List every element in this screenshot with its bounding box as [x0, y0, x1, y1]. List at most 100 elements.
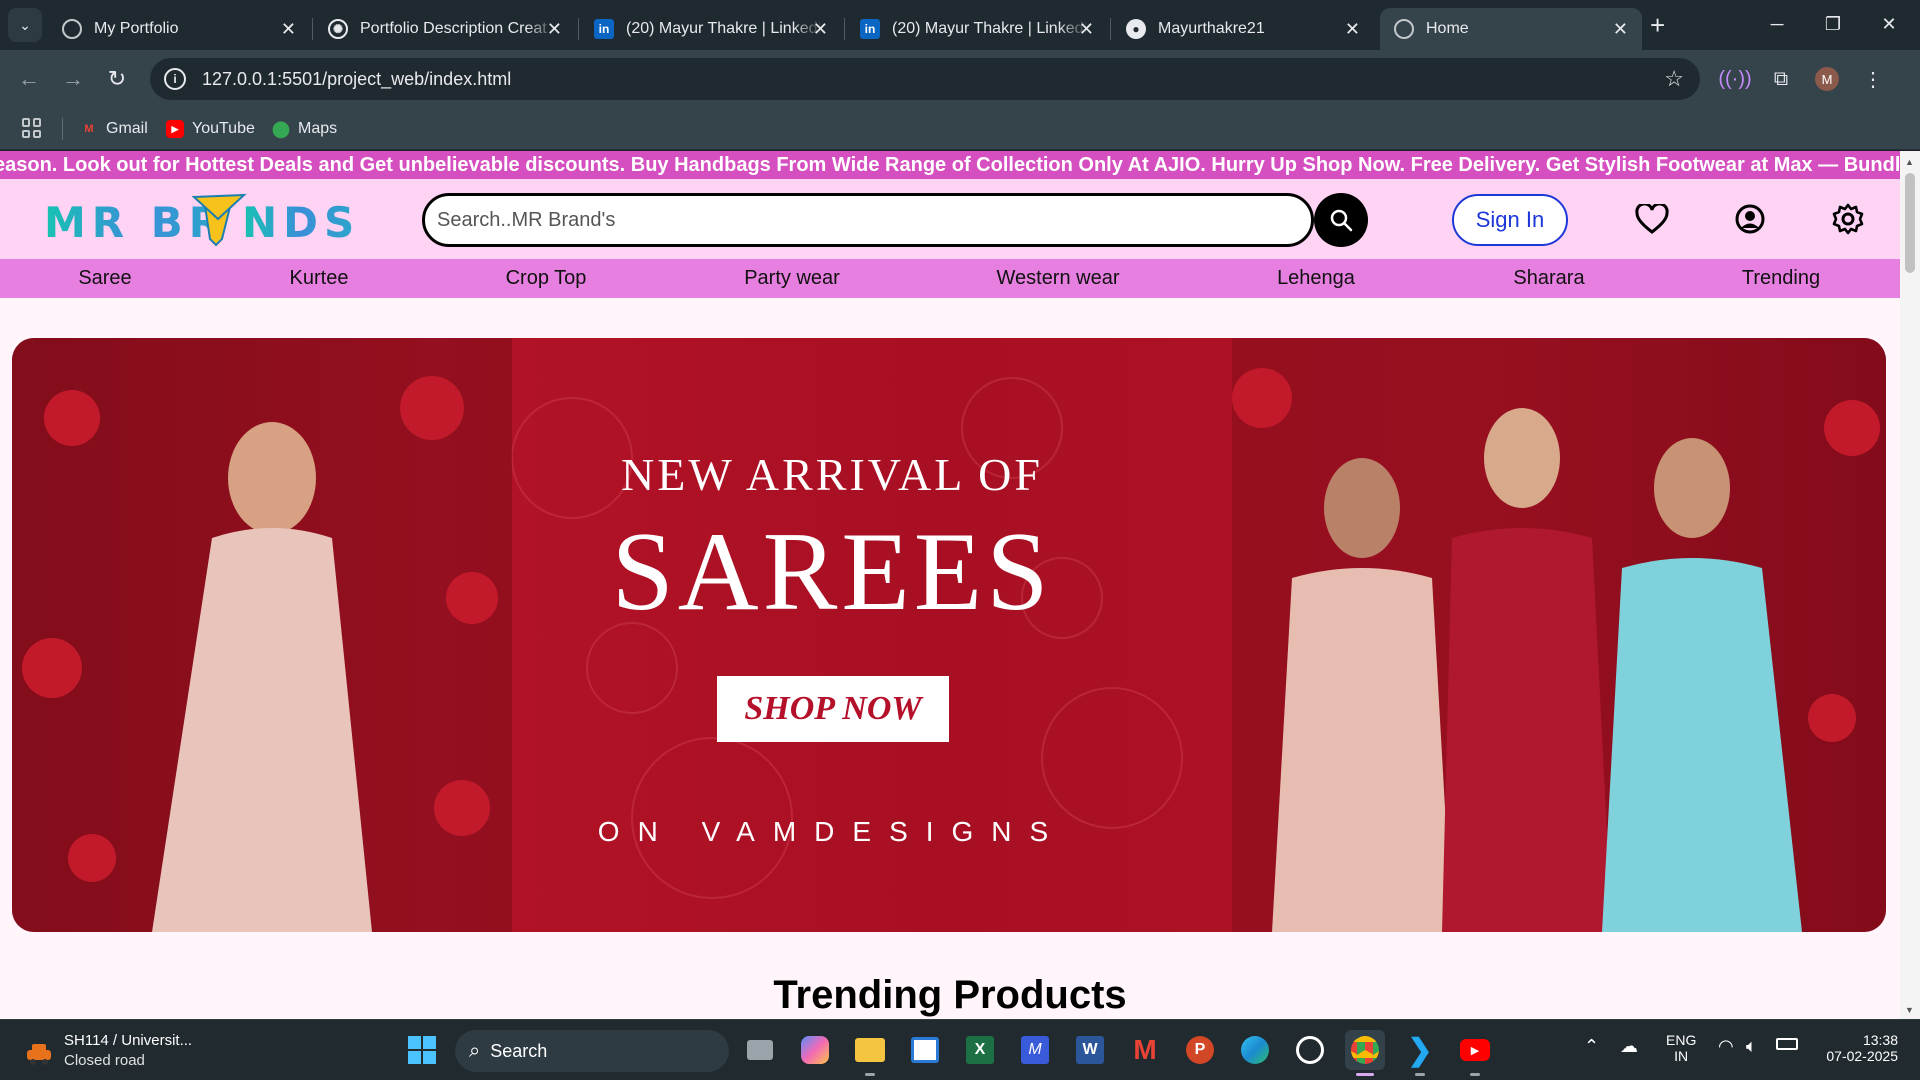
chatgpt-icon: ✺	[328, 19, 348, 39]
browser-tab[interactable]: ● Mayurthakre21 ✕	[1112, 8, 1374, 50]
svg-text:NDS: NDS	[242, 198, 354, 247]
media-cast-icon[interactable]: ((·))	[1718, 64, 1751, 94]
nav-crop-top[interactable]: Crop Top	[506, 259, 587, 298]
bookmark-star-icon[interactable]: ☆	[1664, 66, 1684, 92]
shop-now-button[interactable]: SHOP NOW	[717, 676, 949, 742]
search-button[interactable]	[1314, 193, 1368, 247]
whatsapp-icon[interactable]	[1290, 1030, 1330, 1070]
scroll-down-arrow-icon[interactable]: ▼	[1905, 1005, 1914, 1015]
tab-divider	[1110, 18, 1111, 40]
menu-kebab-icon[interactable]: ⋮	[1858, 64, 1888, 94]
profile-avatar[interactable]: M	[1812, 64, 1842, 94]
bookmarks-divider	[62, 118, 63, 140]
globe-icon	[1394, 19, 1414, 39]
extensions-puzzle-icon[interactable]: ⧉	[1766, 64, 1796, 94]
windows-taskbar: SH114 / Universit... Closed road ⌕ Searc…	[0, 1019, 1920, 1080]
nav-western-wear[interactable]: Western wear	[996, 259, 1119, 298]
close-tab-icon[interactable]: ✕	[281, 19, 296, 40]
tab-search-chevron-icon[interactable]: ⌄	[8, 8, 42, 42]
address-bar[interactable]: i 127.0.0.1:5501/project_web/index.html …	[150, 58, 1700, 100]
close-tab-icon[interactable]: ✕	[547, 19, 562, 40]
browser-tab[interactable]: in (20) Mayur Thakre | LinkedI ✕	[580, 8, 842, 50]
tab-divider	[578, 18, 579, 40]
banner-footer-text: ON VAMDESIGNS	[597, 816, 1067, 847]
page-scrollbar[interactable]: ▲ ▼	[1900, 151, 1920, 1019]
close-tab-icon[interactable]: ✕	[813, 19, 828, 40]
site-header: MR BR NDS Sign In	[0, 179, 1900, 259]
task-view-icon[interactable]	[740, 1030, 780, 1070]
window-close-icon[interactable]: ✕	[1866, 6, 1912, 42]
close-tab-icon[interactable]: ✕	[1613, 19, 1628, 40]
excel-icon[interactable]: X	[960, 1030, 1000, 1070]
word-icon[interactable]: W	[1070, 1030, 1110, 1070]
microsoft-store-icon[interactable]	[905, 1030, 945, 1070]
powerpoint-icon[interactable]: P	[1180, 1030, 1220, 1070]
user-account-icon[interactable]	[1732, 201, 1768, 237]
language-indicator[interactable]: ENG IN	[1666, 1032, 1696, 1064]
hero-banner[interactable]: NEW ARRIVAL OF SAREES SHOP NOW ON VAMDES…	[12, 338, 1886, 932]
scrollbar-thumb[interactable]	[1905, 173, 1915, 273]
gmail-app-icon[interactable]: M	[1125, 1030, 1165, 1070]
battery-icon[interactable]	[1776, 1038, 1798, 1050]
bookmark-youtube[interactable]: ▶ YouTube	[166, 116, 255, 142]
weather-widget[interactable]: SH114 / Universit... Closed road	[22, 1032, 222, 1072]
taskbar-search-box[interactable]: ⌕ Search	[455, 1030, 729, 1072]
bookmark-maps[interactable]: ⬤ Maps	[272, 116, 337, 142]
sign-in-button[interactable]: Sign In	[1452, 194, 1568, 246]
search-input[interactable]	[437, 208, 1237, 232]
tray-overflow-chevron-icon[interactable]: ⌃	[1584, 1036, 1599, 1057]
bookmark-gmail[interactable]: M Gmail	[80, 116, 147, 142]
site-info-icon[interactable]: i	[164, 68, 186, 90]
mr-brands-logo[interactable]: MR BR NDS	[44, 189, 354, 253]
chrome-icon[interactable]	[1345, 1030, 1385, 1076]
banner-heading-line1: NEW ARRIVAL OF	[621, 449, 1043, 500]
forward-arrow-icon[interactable]: →	[58, 64, 88, 94]
youtube-app-icon[interactable]: ▶	[1455, 1030, 1495, 1076]
linkedin-icon: in	[860, 19, 880, 39]
nav-lehenga[interactable]: Lehenga	[1277, 259, 1355, 298]
globe-icon	[62, 19, 82, 39]
nav-party-wear[interactable]: Party wear	[744, 259, 840, 298]
copilot-icon[interactable]	[795, 1030, 835, 1070]
browser-tab[interactable]: ✺ Portfolio Description Creat ✕	[314, 8, 576, 50]
restore-icon[interactable]: ❐	[1810, 6, 1856, 42]
traffic-alert-icon	[27, 1044, 51, 1065]
banner-heading-sarees: SAREES	[611, 510, 1053, 634]
edge-icon[interactable]	[1235, 1030, 1275, 1070]
nav-kurtee[interactable]: Kurtee	[290, 259, 349, 298]
github-icon: ●	[1126, 19, 1146, 39]
windows-start-icon[interactable]	[402, 1030, 442, 1070]
search-field[interactable]	[422, 193, 1314, 247]
math-app-icon[interactable]: M	[1015, 1030, 1055, 1070]
tab-divider	[312, 18, 313, 40]
wishlist-heart-icon[interactable]	[1634, 201, 1670, 237]
scroll-up-arrow-icon[interactable]: ▲	[1905, 157, 1914, 167]
browser-tab[interactable]: in (20) Mayur Thakre | LinkedI ✕	[846, 8, 1108, 50]
close-tab-icon[interactable]: ✕	[1079, 19, 1094, 40]
browser-toolbar: ← → ↻ i 127.0.0.1:5501/project_web/index…	[0, 50, 1920, 108]
nav-trending[interactable]: Trending	[1742, 259, 1820, 298]
url-text[interactable]: 127.0.0.1:5501/project_web/index.html	[202, 69, 511, 90]
file-explorer-icon[interactable]	[850, 1030, 890, 1076]
wifi-icon[interactable]: ◠	[1718, 1036, 1734, 1057]
apps-grid-icon[interactable]	[22, 118, 42, 138]
category-nav: Saree Kurtee Crop Top Party wear Western…	[0, 259, 1900, 298]
page-viewport: eason. Look out for Hottest Deals and Ge…	[0, 151, 1920, 1019]
browser-tab-active[interactable]: Home ✕	[1380, 8, 1642, 50]
vscode-icon[interactable]: ❯	[1400, 1030, 1440, 1076]
youtube-icon: ▶	[166, 120, 184, 138]
onedrive-icon[interactable]: ☁	[1620, 1036, 1638, 1057]
new-tab-plus-icon[interactable]: +	[1650, 10, 1665, 41]
volume-icon[interactable]: 🔈︎	[1746, 1036, 1757, 1057]
nav-saree[interactable]: Saree	[78, 259, 131, 298]
system-clock[interactable]: 13:38 07-02-2025	[1818, 1032, 1898, 1064]
minimize-icon[interactable]: ─	[1754, 6, 1800, 42]
back-arrow-icon[interactable]: ←	[14, 64, 44, 94]
close-tab-icon[interactable]: ✕	[1345, 19, 1360, 40]
nav-sharara[interactable]: Sharara	[1513, 259, 1584, 298]
reload-icon[interactable]: ↻	[102, 64, 132, 94]
settings-gear-icon[interactable]	[1830, 201, 1866, 237]
announcement-marquee: eason. Look out for Hottest Deals and Ge…	[0, 151, 1900, 179]
browser-tab[interactable]: My Portfolio ✕	[48, 8, 310, 50]
maps-icon: ⬤	[272, 121, 290, 138]
